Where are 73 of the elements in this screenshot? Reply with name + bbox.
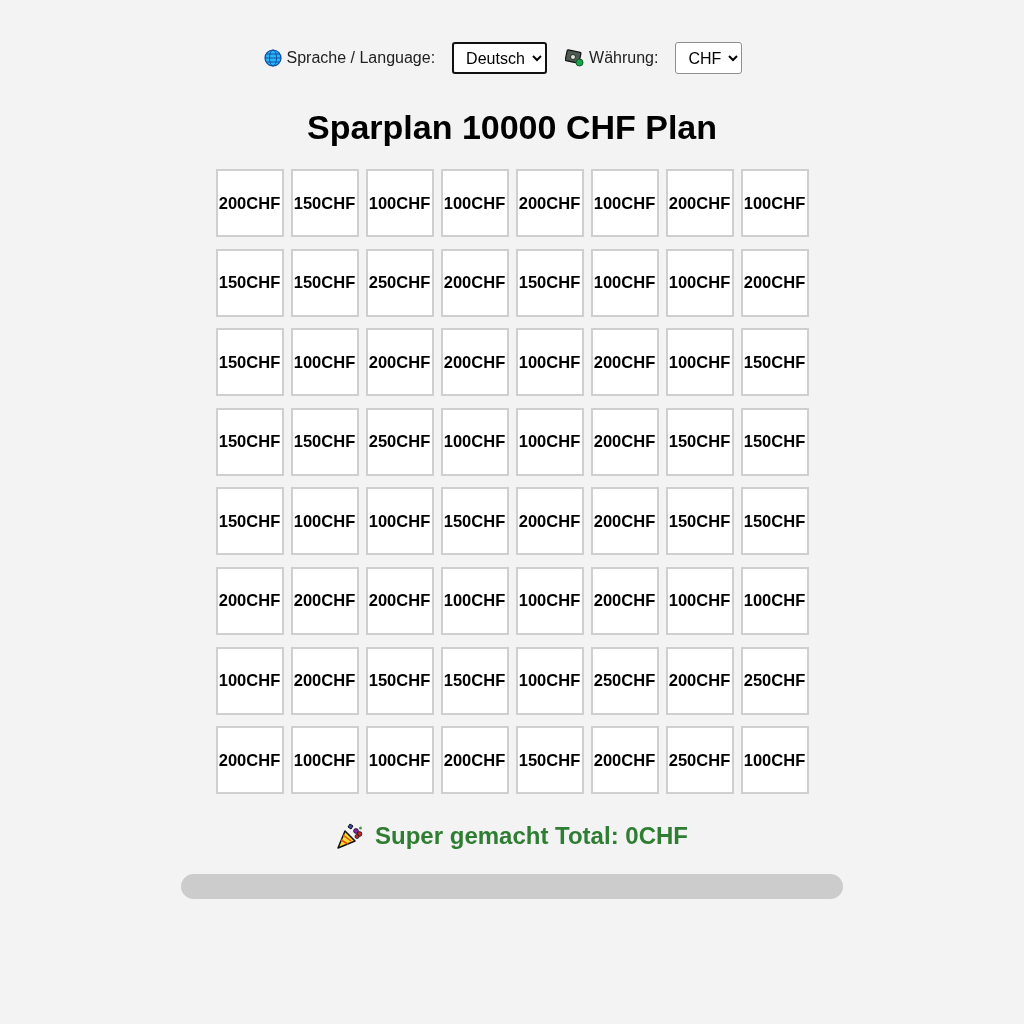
amount-tile[interactable]: 150CHF [440, 487, 509, 556]
amount-tile[interactable]: 250CHF [665, 726, 734, 795]
amount-tile[interactable]: 200CHF [590, 407, 659, 476]
amount-tile[interactable]: 150CHF [740, 407, 809, 476]
amount-tile[interactable]: 100CHF [440, 169, 509, 237]
amount-tile[interactable]: 200CHF [590, 726, 659, 795]
amount-tile[interactable]: 250CHF [365, 407, 434, 476]
amount-tile[interactable]: 150CHF [215, 487, 284, 556]
amount-tile[interactable]: 200CHF [215, 566, 284, 635]
amount-tile[interactable]: 250CHF [365, 248, 434, 317]
amount-tile[interactable]: 250CHF [740, 646, 809, 715]
amount-tile[interactable]: 100CHF [665, 248, 734, 317]
amount-tile[interactable]: 150CHF [665, 407, 734, 476]
amount-tile[interactable]: 150CHF [215, 407, 284, 476]
amount-tile[interactable]: 100CHF [665, 328, 734, 397]
amount-tile[interactable]: 200CHF [440, 248, 509, 317]
amount-tile[interactable]: 150CHF [365, 646, 434, 715]
amount-tile[interactable]: 100CHF [365, 726, 434, 795]
amount-tile[interactable]: 150CHF [515, 248, 584, 317]
amount-tile[interactable]: 100CHF [740, 169, 809, 237]
amount-tile[interactable]: 200CHF [590, 566, 659, 635]
amount-tile[interactable]: 150CHF [740, 328, 809, 397]
amount-tile[interactable]: 200CHF [290, 566, 359, 635]
amount-tile[interactable]: 150CHF [215, 328, 284, 397]
language-select[interactable]: Deutsch [452, 42, 548, 74]
currency-label: Währung: [589, 49, 659, 67]
currency-select[interactable]: CHF [675, 42, 743, 74]
amount-tile[interactable]: 200CHF [290, 646, 359, 715]
amount-tile[interactable]: 150CHF [740, 487, 809, 556]
amount-tile[interactable]: 150CHF [440, 646, 509, 715]
amount-tile[interactable]: 100CHF [440, 407, 509, 476]
amount-tile[interactable]: 200CHF [665, 169, 734, 237]
amount-tile[interactable]: 100CHF [740, 726, 809, 795]
amount-tile[interactable]: 100CHF [365, 487, 434, 556]
language-label: Sprache / Language: [286, 49, 436, 67]
party-popper-icon [336, 822, 365, 851]
amount-tile[interactable]: 100CHF [665, 566, 734, 635]
amount-tile[interactable]: 100CHF [290, 726, 359, 795]
amount-tile[interactable]: 250CHF [590, 646, 659, 715]
amount-tile[interactable]: 100CHF [590, 248, 659, 317]
amount-tile[interactable]: 200CHF [515, 487, 584, 556]
amount-tile[interactable]: 200CHF [440, 726, 509, 795]
amount-tile[interactable]: 100CHF [290, 328, 359, 397]
amount-tile[interactable]: 200CHF [365, 566, 434, 635]
amount-tile[interactable]: 150CHF [515, 726, 584, 795]
amount-tile[interactable]: 200CHF [590, 328, 659, 397]
amount-tile[interactable]: 150CHF [215, 248, 284, 317]
amount-tile[interactable]: 150CHF [290, 248, 359, 317]
amount-tile[interactable]: 200CHF [440, 328, 509, 397]
amount-tile[interactable]: 100CHF [590, 169, 659, 237]
amount-tile[interactable]: 100CHF [215, 646, 284, 715]
amount-tile[interactable]: 100CHF [515, 646, 584, 715]
amount-tile[interactable]: 100CHF [515, 407, 584, 476]
amount-tile[interactable]: 200CHF [215, 726, 284, 795]
amount-tile[interactable]: 200CHF [365, 328, 434, 397]
banknote-icon [565, 49, 585, 67]
amount-tile[interactable]: 200CHF [740, 248, 809, 317]
amount-tile[interactable]: 150CHF [665, 487, 734, 556]
amount-tile[interactable]: 100CHF [365, 169, 434, 237]
page-title: Sparplan 10000 CHF Plan [306, 108, 717, 146]
amount-tile[interactable]: 150CHF [290, 169, 359, 237]
amount-tile[interactable]: 200CHF [515, 169, 584, 237]
total-message: Super gemacht Total: 0CHF [375, 822, 688, 851]
amount-tile[interactable]: 100CHF [440, 566, 509, 635]
amount-tile[interactable]: 100CHF [290, 487, 359, 556]
amount-tile[interactable]: 100CHF [515, 566, 584, 635]
amount-tile[interactable]: 150CHF [290, 407, 359, 476]
amount-tile[interactable]: 200CHF [215, 169, 284, 237]
amount-tile[interactable]: 200CHF [665, 646, 734, 715]
amount-tile[interactable]: 200CHF [590, 487, 659, 556]
amount-tile[interactable]: 100CHF [515, 328, 584, 397]
globe-icon [263, 49, 282, 67]
amount-tile[interactable]: 100CHF [740, 566, 809, 635]
